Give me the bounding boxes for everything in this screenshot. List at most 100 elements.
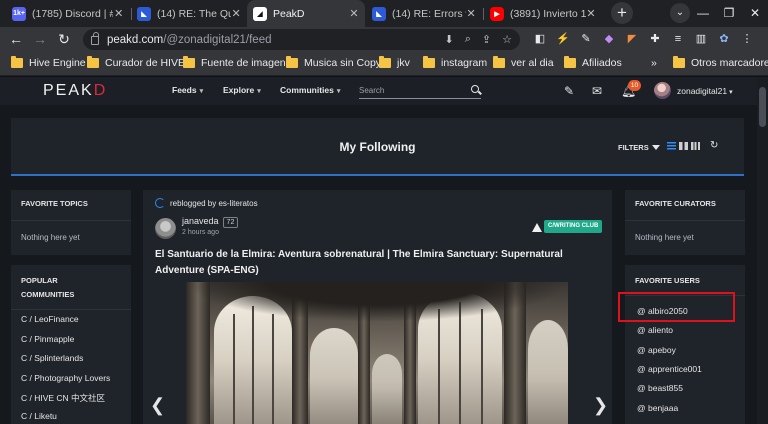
- close-icon[interactable]: ✕: [231, 7, 241, 20]
- profile-icon[interactable]: ✿: [717, 32, 731, 46]
- filters-button[interactable]: FILTERS: [618, 143, 660, 152]
- post-title[interactable]: El Santuario de la Elmira: Aventura sobr…: [155, 247, 605, 279]
- folder-icon: [11, 56, 23, 68]
- extension-icon[interactable]: ◧: [533, 32, 547, 46]
- bookmark-folder[interactable]: instagram: [423, 56, 487, 69]
- peakd-logo[interactable]: PEAKD: [43, 82, 107, 100]
- browser-tab-peakd-queen[interactable]: ◣ (14) RE: The Quee ✕: [131, 0, 247, 27]
- back-arrow-icon[interactable]: ←: [6, 29, 26, 49]
- bookmark-star-icon[interactable]: ☆: [502, 33, 512, 46]
- feed-post-card: reblogged by es-literatos janaveda 72 2 h…: [143, 190, 612, 424]
- nav-feeds[interactable]: Feeds ▾: [172, 85, 203, 95]
- refresh-icon[interactable]: ↻: [710, 140, 718, 151]
- forward-arrow-icon[interactable]: →: [30, 29, 50, 49]
- favorite-user-link[interactable]: @ apeboy: [637, 345, 676, 355]
- chevron-left-icon[interactable]: ❮: [150, 395, 165, 416]
- extension-icon[interactable]: ◆: [602, 32, 616, 46]
- favorite-topics-panel: FAVORITE TOPICS Nothing here yet: [11, 190, 131, 255]
- search-icon[interactable]: [471, 85, 479, 93]
- extensions-puzzle-icon[interactable]: ✚: [648, 32, 662, 46]
- browser-tab-peakd-active[interactable]: ◢ PeakD ✕: [247, 0, 365, 27]
- list-view-icon[interactable]: [667, 142, 676, 150]
- menu-kebab-icon[interactable]: ⋮: [740, 32, 754, 46]
- bookmark-folder[interactable]: Afiliados: [564, 56, 622, 69]
- peakd-page: PEAKD Feeds ▾ Explore ▾ Communities ▾ Searc…: [0, 77, 768, 424]
- side-panel-icon[interactable]: ▥: [694, 32, 708, 46]
- user-menu[interactable]: zonadigital21 ▾: [677, 86, 733, 96]
- bookmark-folder[interactable]: jkv: [379, 56, 410, 69]
- folder-icon: [183, 56, 195, 68]
- more-bookmarks-button[interactable]: »: [651, 57, 657, 69]
- columns-view-icon[interactable]: [691, 142, 700, 150]
- site-header: PEAKD Feeds ▾ Explore ▾ Communities ▾ Searc…: [0, 77, 768, 105]
- bookmark-folder[interactable]: Musica sin Copy: [286, 56, 381, 69]
- bookmark-folder[interactable]: Fuente de imagen: [183, 56, 286, 69]
- peakd-icon: ◣: [372, 6, 386, 21]
- avatar[interactable]: [654, 82, 671, 99]
- pencil-icon[interactable]: ✎: [564, 84, 574, 98]
- browser-tab-peakd-errors[interactable]: ◣ (14) RE: Errors wh ✕: [366, 0, 482, 27]
- community-link[interactable]: C / Liketu: [21, 411, 57, 421]
- scrollbar[interactable]: [757, 77, 768, 424]
- install-icon[interactable]: ⬇: [445, 33, 454, 46]
- community-link[interactable]: C / Splinterlands: [21, 353, 83, 363]
- extension-icon[interactable]: ✎: [579, 32, 593, 46]
- feed-title-panel: My Following FILTERS ↻: [11, 118, 744, 176]
- minimize-icon[interactable]: —: [690, 0, 716, 27]
- nav-communities[interactable]: Communities ▾: [280, 85, 340, 95]
- reblog-icon: [155, 198, 165, 208]
- nav-explore[interactable]: Explore ▾: [223, 85, 261, 95]
- empty-state-text: Nothing here yet: [635, 233, 694, 242]
- tab-search-button[interactable]: ⌄: [670, 3, 690, 23]
- bookmark-folder[interactable]: Curador de HIVE: [87, 56, 185, 69]
- favorite-user-link[interactable]: @ apprentice001: [637, 364, 702, 374]
- scrollbar-thumb[interactable]: [759, 87, 766, 127]
- extension-icon[interactable]: ◤: [625, 32, 639, 46]
- share-icon[interactable]: ⇪: [482, 33, 491, 46]
- community-link[interactable]: C / Pinmapple: [21, 334, 74, 344]
- close-icon[interactable]: ✕: [349, 7, 359, 20]
- other-bookmarks-folder[interactable]: Otros marcadores: [673, 56, 768, 69]
- folder-icon: [87, 56, 99, 68]
- empty-state-text: Nothing here yet: [21, 233, 80, 242]
- community-tag[interactable]: C/WRITING CLUB: [544, 220, 603, 233]
- chevron-right-icon[interactable]: ❯: [593, 395, 608, 416]
- close-window-icon[interactable]: ✕: [742, 0, 768, 27]
- chat-icon[interactable]: ✉: [592, 84, 602, 98]
- close-icon[interactable]: ✕: [466, 7, 476, 20]
- popular-communities-panel: POPULAR COMMUNITIES C / LeoFinance C / P…: [11, 265, 131, 424]
- community-link[interactable]: C / LeoFinance: [21, 314, 79, 324]
- favorite-user-link[interactable]: @ beast855: [637, 383, 683, 393]
- bookmark-folder[interactable]: ver al dia: [493, 56, 554, 69]
- reload-icon[interactable]: ↻: [54, 29, 74, 49]
- browser-tab-discord[interactable]: 1k+ (1785) Discord | # ✕: [6, 0, 130, 27]
- close-icon[interactable]: ✕: [586, 7, 596, 20]
- folder-icon: [564, 56, 576, 68]
- discord-icon: 1k+: [12, 6, 26, 21]
- folder-icon: [379, 56, 391, 68]
- maximize-icon[interactable]: ❐: [716, 0, 742, 27]
- search-input[interactable]: Search: [359, 83, 481, 99]
- community-link[interactable]: C / HIVE CN 中文社区: [21, 392, 105, 404]
- post-image[interactable]: [186, 282, 568, 424]
- address-bar[interactable]: peakd.com /@zonadigital21/feed ⬇ ⌕ ⇪ ☆: [83, 29, 520, 50]
- favorite-user-link[interactable]: @ aliento: [637, 325, 673, 335]
- zoom-icon[interactable]: ⌕: [465, 33, 471, 46]
- author-avatar[interactable]: [155, 218, 176, 239]
- bookmarks-bar: Hive Engine Curador de HIVE Fuente de im…: [0, 52, 768, 76]
- reading-list-icon[interactable]: ≡: [671, 32, 685, 46]
- favorite-user-link[interactable]: @ benjaaa: [637, 403, 678, 413]
- browser-tab-youtube[interactable]: ▶ (3891) Invierto 1. ✕: [484, 0, 602, 27]
- new-tab-button[interactable]: +: [611, 2, 633, 24]
- chevron-down-icon: ▾: [336, 88, 341, 95]
- grid-view-icon[interactable]: [679, 142, 688, 150]
- bookmark-folder[interactable]: Hive Engine: [11, 56, 86, 69]
- folder-icon: [493, 56, 505, 68]
- extension-icon[interactable]: ⚡: [556, 32, 570, 46]
- close-icon[interactable]: ✕: [113, 7, 124, 20]
- community-link[interactable]: C / Photography Lovers: [21, 373, 110, 383]
- panel-heading: POPULAR: [21, 276, 58, 285]
- post-author[interactable]: janaveda 72: [182, 216, 239, 228]
- reblog-info: reblogged by es-literatos: [155, 198, 258, 208]
- chevron-down-icon: ▾: [729, 89, 733, 96]
